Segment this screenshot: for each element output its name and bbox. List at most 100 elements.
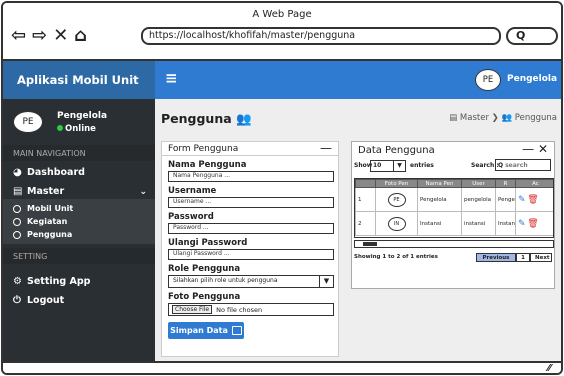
column-header-aksi[interactable]: Ac — [515, 179, 553, 188]
column-header-nama[interactable]: Nama Pen — [417, 179, 462, 188]
users-icon: 👥 — [236, 111, 252, 126]
sidebar-item-dashboard[interactable]: ◕ Dashboard — [3, 161, 155, 180]
column-header-foto[interactable]: Foto Pen — [375, 179, 418, 188]
breadcrumb-master[interactable]: Master — [460, 113, 489, 123]
column-header-no[interactable] — [355, 179, 376, 188]
sidebar-item-setting-app[interactable]: ⚙ Setting App — [3, 270, 155, 289]
window-title: A Web Page — [252, 9, 312, 20]
user-photo: PE — [387, 192, 406, 207]
sidebar-item-label: Setting App — [27, 276, 91, 287]
minimize-icon[interactable]: — — [522, 142, 534, 156]
briefcase-icon: ▤ — [449, 113, 458, 123]
sidebar-item-master[interactable]: ▤ Master ⌄ — [3, 180, 155, 199]
back-icon[interactable]: ⇦ — [11, 26, 26, 46]
password-input[interactable]: Password ... — [168, 223, 334, 234]
circle-icon — [13, 217, 21, 226]
chevron-down-icon: ⌄ — [139, 186, 147, 197]
briefcase-icon: ▤ — [13, 186, 23, 197]
table-search-input[interactable]: Qsearch — [495, 159, 551, 171]
browser-search-icon[interactable]: Q — [506, 27, 558, 45]
breadcrumb-current: Pengguna — [514, 113, 557, 123]
cell-role: Penge — [495, 187, 516, 212]
horizontal-scrollbar[interactable] — [354, 240, 554, 248]
cell-no: 1 — [355, 187, 376, 212]
browser-chrome: A Web Page ⇦ ⇨ ✕ ⌂ https://localhost/kho… — [3, 3, 561, 61]
edit-icon[interactable]: ✎ — [518, 219, 526, 229]
table-info: Showing 1 to 2 of 1 entries — [354, 254, 438, 260]
table-row: 2 IN Instansi instansi Instan ✎ 🗑 — [355, 211, 553, 236]
users-table: Foto Pen Nama Pen User R Ac 1 PE Pengelo… — [354, 178, 554, 238]
browser-window: A Web Page ⇦ ⇨ ✕ ⌂ https://localhost/kho… — [1, 1, 563, 375]
status-badge: Online — [57, 124, 107, 134]
trash-icon[interactable]: 🗑 — [527, 219, 538, 229]
cell-nama: Pengelola — [417, 187, 462, 212]
sidebar-item-label: Master — [27, 186, 65, 197]
nama-input[interactable]: Nama Pengguna ... — [168, 171, 334, 182]
next-button[interactable]: Next — [530, 253, 552, 262]
no-file-text: No file chosen — [216, 305, 263, 314]
sidebar-item-label: Dashboard — [27, 167, 85, 178]
resize-grip-icon[interactable]: ⁄⁄ — [548, 363, 551, 373]
collapse-icon[interactable]: — — [320, 141, 332, 155]
ulangi-password-label: Ulangi Password — [168, 238, 248, 248]
dropdown-arrow-icon: ▼ — [393, 160, 405, 171]
chevron-right-icon: ❯ — [491, 113, 502, 123]
box-title: Form Pengguna — [168, 144, 239, 154]
previous-button[interactable]: Previous — [476, 253, 516, 262]
main-content: Pengguna 👥 ▤ Master ❯ 👥 Pengguna Form Pe… — [155, 99, 561, 361]
avatar[interactable]: PE — [475, 69, 501, 91]
page-length-select[interactable]: 10 ▼ — [370, 160, 406, 172]
close-icon[interactable]: ✕ — [538, 142, 548, 156]
address-bar[interactable]: https://localhost/khofifah/master/penggu… — [141, 27, 501, 45]
trash-icon[interactable]: 🗑 — [527, 195, 538, 205]
nama-label: Nama Pengguna — [168, 160, 247, 170]
ulangi-password-input[interactable]: Ulangi Password ... — [168, 249, 334, 260]
close-icon[interactable]: ✕ — [53, 26, 68, 46]
cell-no: 2 — [355, 211, 376, 236]
username-input[interactable]: Username ... — [168, 197, 334, 208]
circle-icon — [13, 230, 21, 239]
breadcrumb: ▤ Master ❯ 👥 Pengguna — [449, 113, 557, 123]
user-panel: PE Pengelola Online — [3, 99, 155, 145]
sidebar-item-mobil-unit[interactable]: Mobil Unit — [3, 202, 155, 215]
pagination: Previous 1 Next — [476, 253, 552, 262]
column-header-user[interactable]: User — [461, 179, 496, 188]
sidebar-item-logout[interactable]: ⏻ Logout — [3, 289, 155, 308]
page-1-button[interactable]: 1 — [516, 253, 530, 262]
gear-icon: ⚙ — [13, 276, 22, 287]
table-row: 1 PE Pengelola pengelola Penge ✎ 🗑 — [355, 187, 553, 212]
hamburger-menu-icon[interactable]: ≡ — [165, 71, 178, 86]
status-bar: ⁄⁄ — [3, 361, 561, 373]
power-icon: ⏻ — [13, 295, 21, 306]
forward-icon[interactable]: ⇨ — [32, 26, 47, 46]
dropdown-arrow-icon: ▼ — [319, 275, 333, 287]
choose-file-button[interactable]: Choose File — [172, 305, 213, 314]
cell-role: Instan — [495, 211, 516, 236]
circle-icon — [13, 204, 21, 213]
sidebar-item-kegiatan[interactable]: Kegiatan — [3, 215, 155, 228]
section-main-nav: MAIN NAVIGATION — [3, 145, 155, 161]
master-submenu: Mobil Unit Kegiatan Pengguna — [3, 199, 155, 244]
foto-file-input[interactable]: Choose File No file chosen — [168, 303, 334, 316]
top-navbar: ≡ PE Pengelola — [155, 61, 561, 99]
app-brand[interactable]: Aplikasi Mobil Unit — [3, 61, 155, 99]
box-title: Data Pengguna — [358, 145, 435, 156]
foto-label: Foto Pengguna — [168, 292, 241, 302]
data-pengguna-box: Data Pengguna — ✕ Show 10 ▼ entries Search… — [351, 141, 555, 289]
table-controls: Show 10 ▼ entries Search : Qsearch — [352, 158, 554, 174]
username-label: Username — [168, 186, 217, 196]
column-header-role[interactable]: R — [495, 179, 516, 188]
cell-user: pengelola — [461, 187, 496, 212]
simpan-data-button[interactable]: Simpan Data — [168, 322, 244, 339]
user-name: Pengelola — [57, 110, 108, 121]
users-icon: 👥 — [501, 113, 513, 123]
cell-user: instansi — [461, 211, 496, 236]
sidebar-item-pengguna[interactable]: Pengguna — [3, 228, 155, 241]
top-user-name[interactable]: Pengelola — [507, 74, 557, 84]
role-select[interactable]: Silahkan pilih role untuk pengguna ▼ — [168, 275, 334, 288]
search-icon: Q — [498, 161, 504, 169]
edit-icon[interactable]: ✎ — [518, 195, 526, 205]
home-icon[interactable]: ⌂ — [74, 26, 87, 46]
online-dot-icon — [57, 124, 63, 131]
scrollbar-thumb[interactable] — [363, 242, 377, 246]
